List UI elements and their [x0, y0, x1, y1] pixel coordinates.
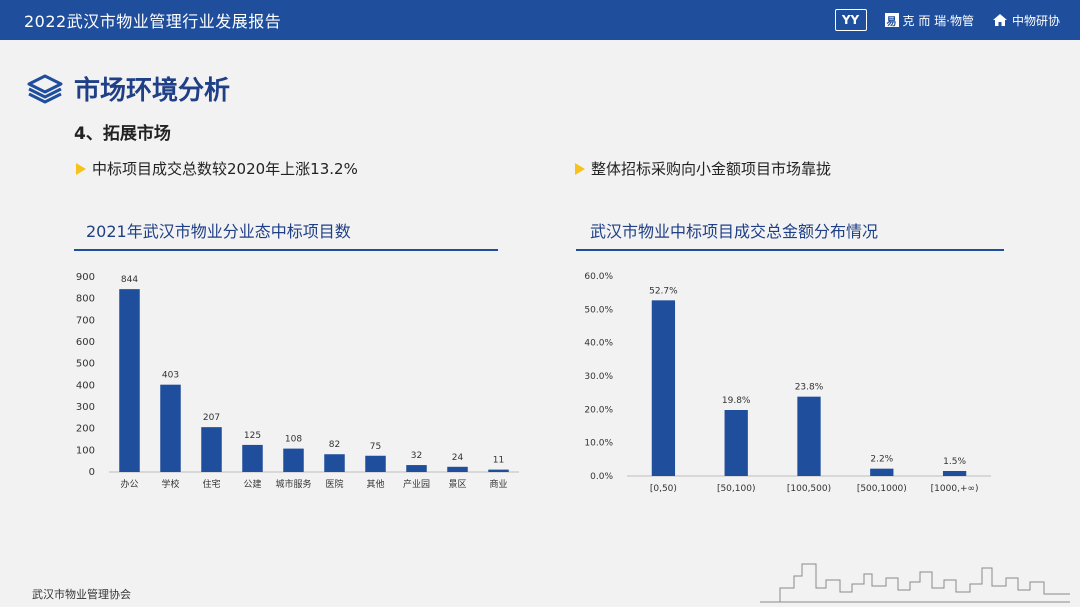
x-tick-label: [500,1000): [857, 484, 907, 494]
bar: [942, 471, 967, 476]
y-tick-label: 10.0%: [584, 439, 613, 449]
x-tick-label: [50,100): [717, 484, 756, 494]
y-tick-label: 50.0%: [584, 305, 613, 315]
y-tick-label: 60.0%: [584, 272, 613, 282]
data-label: 2.2%: [870, 455, 893, 465]
bar: [651, 300, 676, 476]
y-tick-label: 20.0%: [584, 405, 613, 415]
x-tick-label: [1000,+∞): [931, 484, 979, 494]
y-tick-label: 30.0%: [584, 372, 613, 382]
y-tick-label: 0.0%: [590, 472, 613, 482]
data-label: 23.8%: [795, 383, 824, 393]
bar: [797, 396, 821, 476]
x-tick-label: [100,500): [787, 484, 831, 494]
x-tick-label: [0,50): [650, 484, 677, 494]
data-label: 1.5%: [943, 457, 966, 467]
bar: [724, 410, 748, 476]
chart-right: 0.0% 10.0% 20.0% 30.0% 40.0% 50.0% 60.0% 52.7% […: [584, 272, 991, 494]
y-tick-label: 40.0%: [584, 339, 613, 349]
data-label: 52.7%: [649, 286, 678, 296]
skyline-icon: [760, 563, 1070, 603]
bar: [870, 468, 894, 476]
footer-org: 武汉市物业管理协会: [32, 588, 131, 601]
data-label: 19.8%: [722, 396, 751, 406]
